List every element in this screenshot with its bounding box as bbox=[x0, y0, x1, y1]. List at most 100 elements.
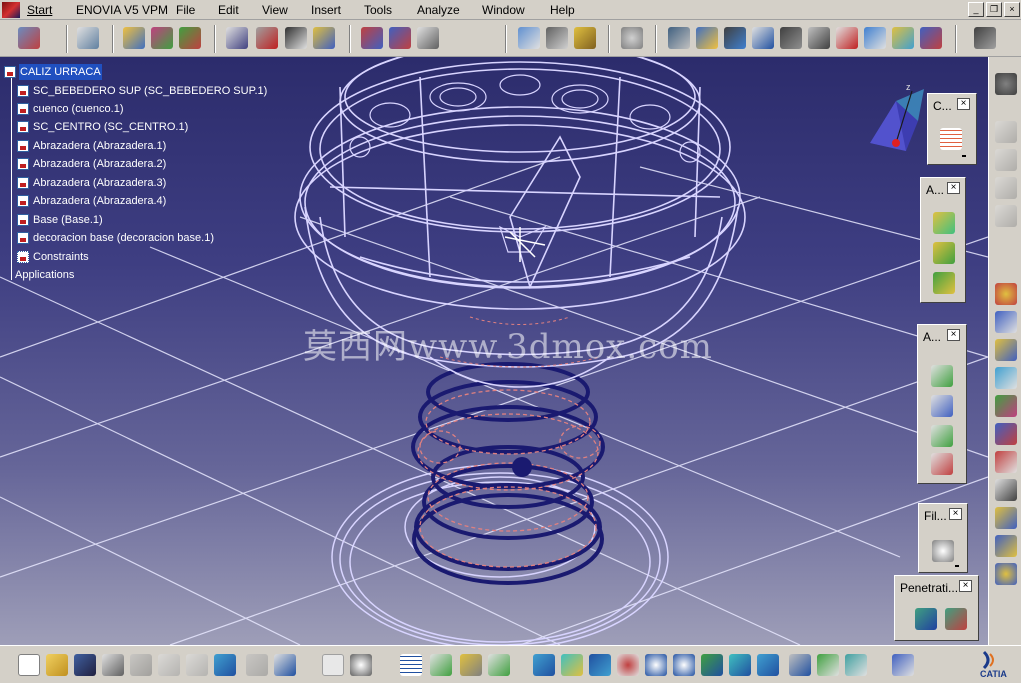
rotate-icon[interactable] bbox=[617, 654, 639, 676]
update-icon[interactable] bbox=[995, 283, 1017, 305]
reorder-icon[interactable] bbox=[995, 367, 1017, 389]
zoom-out-icon[interactable] bbox=[673, 654, 695, 676]
fix-together-icon[interactable] bbox=[808, 27, 830, 49]
change-constraint-icon[interactable] bbox=[892, 27, 914, 49]
stop-manipulate-icon[interactable] bbox=[313, 27, 335, 49]
paste-icon[interactable] bbox=[186, 654, 208, 676]
bill-of-material-icon[interactable] bbox=[417, 27, 439, 49]
explode-icon[interactable] bbox=[285, 27, 307, 49]
constraint-grid-icon[interactable] bbox=[940, 128, 962, 150]
floating-toolbar-annotations[interactable]: A... bbox=[917, 324, 967, 484]
tree-node-label[interactable]: Constraints bbox=[33, 249, 89, 265]
law-icon[interactable] bbox=[430, 654, 452, 676]
sketcher-icon[interactable] bbox=[621, 27, 643, 49]
reuse-pattern-icon[interactable] bbox=[361, 27, 383, 49]
tree-node-label[interactable]: Applications bbox=[15, 267, 74, 283]
selective-load-icon[interactable] bbox=[995, 423, 1017, 445]
graph-tree-icon[interactable] bbox=[995, 339, 1017, 361]
menu-enovia[interactable]: ENOVIA V5 VPM bbox=[76, 3, 168, 17]
3d-viewport[interactable]: CALIZ URRACA SC_BEBEDERO SUP (SC_BEBEDER… bbox=[0, 57, 988, 645]
close-icon[interactable] bbox=[947, 182, 960, 194]
measure-inertia-icon[interactable] bbox=[574, 27, 596, 49]
generate-numbering-icon[interactable] bbox=[995, 395, 1017, 417]
restore-button[interactable]: ❐ bbox=[986, 2, 1002, 17]
close-icon[interactable] bbox=[957, 98, 970, 110]
enhanced-scene-icon[interactable] bbox=[995, 149, 1017, 171]
component-properties-icon[interactable] bbox=[995, 507, 1017, 529]
clash-analysis-icon[interactable] bbox=[945, 608, 967, 630]
menu-insert[interactable]: Insert bbox=[311, 3, 341, 17]
minimize-button[interactable]: _ bbox=[968, 2, 984, 17]
floating-toolbar-constraints[interactable]: C... bbox=[927, 93, 977, 165]
redo-icon[interactable] bbox=[246, 654, 268, 676]
insert-part-icon[interactable] bbox=[179, 27, 201, 49]
close-icon[interactable] bbox=[949, 508, 962, 520]
pan-icon[interactable] bbox=[589, 654, 611, 676]
reuse-pattern-constraint-icon[interactable] bbox=[920, 27, 942, 49]
offset-icon[interactable] bbox=[724, 27, 746, 49]
coincidence-icon[interactable] bbox=[668, 27, 690, 49]
undo-icon[interactable] bbox=[214, 654, 236, 676]
fit-all-icon[interactable] bbox=[561, 654, 583, 676]
save-icon[interactable] bbox=[74, 654, 96, 676]
penetration-check-icon[interactable] bbox=[915, 608, 937, 630]
tree-node-label[interactable]: SC_CENTRO (SC_CENTRO.1) bbox=[33, 119, 188, 135]
select-filter-icon[interactable] bbox=[932, 540, 954, 562]
design-table-icon[interactable] bbox=[400, 654, 422, 676]
tree-node-label[interactable]: Abrazadera (Abrazadera.4) bbox=[33, 193, 166, 209]
pocket-icon[interactable] bbox=[933, 272, 955, 294]
comment-icon[interactable] bbox=[350, 654, 372, 676]
print-icon[interactable] bbox=[102, 654, 124, 676]
tree-node-label[interactable]: Abrazadera (Abrazadera.2) bbox=[33, 156, 166, 172]
tree-node-label[interactable]: CALIZ URRACA bbox=[19, 64, 102, 80]
dropdown-arrow-icon[interactable] bbox=[962, 155, 966, 157]
scene-icon[interactable] bbox=[995, 121, 1017, 143]
measure-annotation-icon[interactable] bbox=[931, 453, 953, 475]
help-pointer-icon[interactable] bbox=[274, 654, 296, 676]
shading-icon[interactable] bbox=[789, 654, 811, 676]
new-file-icon[interactable] bbox=[18, 654, 40, 676]
menu-start[interactable]: Start bbox=[27, 3, 52, 17]
menu-file[interactable]: File bbox=[176, 3, 195, 17]
open-folder-icon[interactable] bbox=[46, 654, 68, 676]
menu-window[interactable]: Window bbox=[482, 3, 525, 17]
close-button[interactable]: × bbox=[1004, 2, 1020, 17]
menu-edit[interactable]: Edit bbox=[218, 3, 239, 17]
snap-icon[interactable] bbox=[256, 27, 278, 49]
product-icon[interactable] bbox=[18, 27, 40, 49]
fix-icon[interactable] bbox=[780, 27, 802, 49]
quick-constraint-icon[interactable] bbox=[836, 27, 858, 49]
tree-node-label[interactable]: cuenco (cuenco.1) bbox=[33, 101, 124, 117]
formula-icon[interactable] bbox=[322, 654, 344, 676]
group-icon[interactable] bbox=[995, 535, 1017, 557]
camera-icon[interactable] bbox=[974, 27, 996, 49]
contact-icon[interactable] bbox=[696, 27, 718, 49]
floating-toolbar-filter[interactable]: Fil... bbox=[918, 503, 968, 573]
compass-icon[interactable]: z bbox=[866, 81, 930, 171]
floating-toolbar-assembly-features[interactable]: A... bbox=[920, 177, 966, 303]
tree-node-label[interactable]: Abrazadera (Abrazadera.3) bbox=[33, 175, 166, 191]
publication-icon[interactable] bbox=[995, 205, 1017, 227]
multi-view-icon[interactable] bbox=[729, 654, 751, 676]
insert-product-icon[interactable] bbox=[151, 27, 173, 49]
tree-node-label[interactable]: Base (Base.1) bbox=[33, 212, 103, 228]
load-icon[interactable] bbox=[77, 27, 99, 49]
gear-icon[interactable] bbox=[995, 73, 1017, 95]
tree-node-label[interactable]: decoracion base (decoracion base.1) bbox=[33, 230, 214, 246]
cut-icon[interactable] bbox=[130, 654, 152, 676]
measure-between-icon[interactable] bbox=[518, 27, 540, 49]
flag-note-icon[interactable] bbox=[931, 425, 953, 447]
menu-tools[interactable]: Tools bbox=[364, 3, 392, 17]
tree-node-label[interactable]: Abrazadera (Abrazadera.1) bbox=[33, 138, 166, 154]
menu-help[interactable]: Help bbox=[550, 3, 575, 17]
layer-icon[interactable] bbox=[892, 654, 914, 676]
measure-item-icon[interactable] bbox=[546, 27, 568, 49]
text-annotation-icon[interactable] bbox=[931, 395, 953, 417]
menu-analyze[interactable]: Analyze bbox=[417, 3, 460, 17]
hole-icon[interactable] bbox=[933, 242, 955, 264]
close-icon[interactable] bbox=[947, 329, 960, 341]
insert-component-icon[interactable] bbox=[123, 27, 145, 49]
fly-mode-icon[interactable] bbox=[533, 654, 555, 676]
manage-representations-icon[interactable] bbox=[995, 451, 1017, 473]
normal-view-icon[interactable] bbox=[701, 654, 723, 676]
